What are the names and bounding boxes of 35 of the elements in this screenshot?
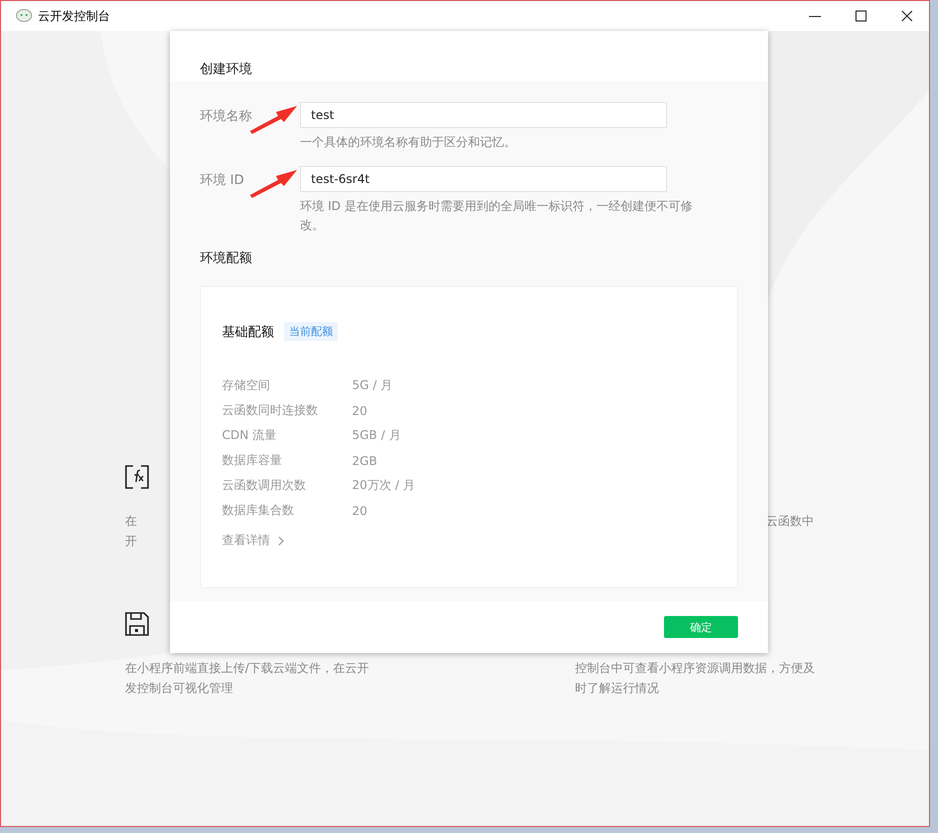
current-plan-tag: 当前配额 xyxy=(284,322,338,341)
field-label: 环境名称 xyxy=(200,109,252,124)
field-label: 环境 ID xyxy=(200,173,244,188)
quota-value: 20 xyxy=(352,404,368,418)
quota-name: 数据库集合数 xyxy=(222,502,295,519)
feature-description: 控制台中可查看小程序资源调用数据，方便及 xyxy=(575,660,815,677)
feature-description: 发控制台可视化管理 xyxy=(125,680,233,697)
quota-name: 云函数调用次数 xyxy=(222,477,307,494)
feature-description: 开 xyxy=(125,533,137,550)
feature-description: 在小程序前端直接上传/下载云端文件，在云开 xyxy=(125,660,370,677)
field-hint: 环境 ID 是在使用云服务时需要用到的全局唯一标识符，一经创建便不可修改。 xyxy=(300,198,694,234)
dialog-title: 创建环境 xyxy=(200,61,252,78)
quota-value: 20 xyxy=(352,504,368,518)
plan-name: 基础配额 xyxy=(222,324,274,340)
input-field[interactable]: test xyxy=(300,102,667,128)
chat-bubble-icon xyxy=(16,9,32,23)
chevron-right-icon xyxy=(278,536,284,546)
section-title: 环境配额 xyxy=(200,250,253,267)
quota-value: 5GB / 月 xyxy=(352,427,401,444)
quota-value: 2GB xyxy=(352,454,378,468)
maximize-icon[interactable] xyxy=(855,10,867,22)
close-icon[interactable] xyxy=(901,10,913,22)
window-title: 云开发控制台 xyxy=(38,8,110,24)
input-field[interactable]: test-6sr4t xyxy=(300,166,667,192)
feature-description: 在 xyxy=(125,513,137,530)
quota-value: 5G / 月 xyxy=(352,377,393,394)
arrow xyxy=(248,168,298,198)
field-hint: 一个具体的环境名称有助于区分和记忆。 xyxy=(300,134,517,151)
quota-value: 20万次 / 月 xyxy=(352,477,415,494)
quota-name: 云函数同时连接数 xyxy=(222,402,319,419)
quota-name: CDN 流量 xyxy=(222,427,278,444)
feature-description: 时了解运行情况 xyxy=(575,680,659,697)
quota-name: 存储空间 xyxy=(222,377,271,394)
quota-name: 数据库容量 xyxy=(222,452,283,469)
function-icon xyxy=(125,465,149,489)
